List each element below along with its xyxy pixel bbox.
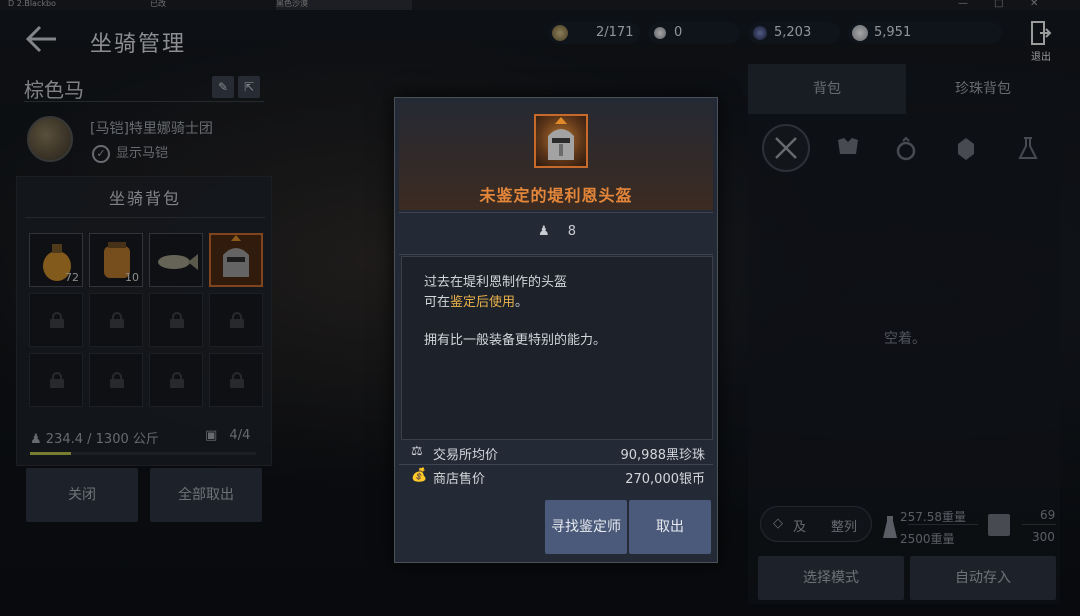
money-bag-icon: 💰: [411, 468, 428, 483]
divider: [399, 464, 713, 465]
desc-highlight: 鉴定后使用: [450, 295, 516, 310]
divider: [399, 212, 713, 213]
take-out-button[interactable]: 取出: [629, 500, 711, 554]
modal-header: 未鉴定的堤利恩头盔: [399, 102, 713, 210]
item-weight-value: 8: [567, 224, 577, 239]
divider: [399, 254, 713, 255]
find-appraiser-button[interactable]: 寻找鉴定师: [545, 500, 627, 554]
item-detail-modal: 未鉴定的堤利恩头盔 ♟ 8 过去在堤利恩制作的头盔 可在鉴定后使用。 拥有比一般…: [394, 97, 718, 563]
desc-text: 可在: [424, 295, 451, 310]
shop-price-row: 💰 商店售价 270,000银币: [411, 468, 705, 487]
item-weight: ♟ 8: [395, 224, 719, 239]
item-title: 未鉴定的堤利恩头盔: [479, 186, 633, 205]
desc-text: 。: [515, 295, 529, 310]
desc-line: 过去在堤利恩制作的头盔: [424, 275, 568, 290]
trade-price-label: 交易所均价: [433, 448, 499, 463]
shop-price-value: 270,000银币: [625, 472, 705, 487]
trade-price-row: ⚖ 交易所均价 90,988黑珍珠: [411, 444, 706, 463]
helmet-icon: [534, 114, 588, 168]
item-description: 过去在堤利恩制作的头盔 可在鉴定后使用。 拥有比一般装备更特别的能力。: [401, 256, 713, 440]
desc-line: 拥有比一般装备更特别的能力。: [424, 333, 607, 348]
shop-price-label: 商店售价: [433, 472, 486, 487]
trade-price-value: 90,988黑珍珠: [620, 448, 706, 463]
desc-line: 可在鉴定后使用。: [424, 291, 528, 310]
scale-icon: ⚖: [411, 444, 423, 459]
weight-icon: ♟: [537, 224, 554, 239]
